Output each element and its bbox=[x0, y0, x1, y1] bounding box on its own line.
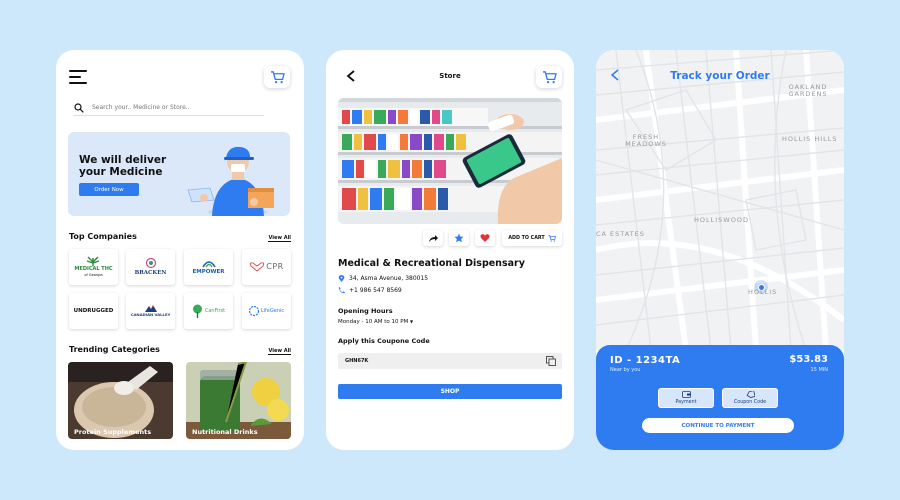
coupon-code-label: Coupon Code bbox=[733, 400, 767, 405]
page-title: Track your Order bbox=[670, 70, 770, 82]
store-phone[interactable]: +1 986 547 8569 bbox=[338, 287, 402, 294]
copy-icon[interactable] bbox=[546, 356, 556, 366]
dna-icon bbox=[248, 306, 259, 316]
delivery-banner: We will deliver your Medicine Order Now bbox=[68, 132, 290, 216]
category-label: Protein Supplements bbox=[74, 428, 152, 436]
shop-button[interactable]: SHOP bbox=[338, 384, 562, 399]
cart-icon bbox=[270, 70, 285, 83]
search-input[interactable] bbox=[92, 104, 252, 111]
star-icon bbox=[454, 233, 464, 243]
category-label: Nutritional Drinks bbox=[192, 428, 258, 436]
favorite-star-button[interactable] bbox=[449, 230, 469, 246]
company-name: EMPOWER bbox=[192, 269, 225, 275]
order-price: $53.83 bbox=[789, 354, 828, 365]
map-label-fresh-meadows: FRESH MEADOWS bbox=[625, 133, 667, 148]
home-screen: We will deliver your Medicine Order Now … bbox=[56, 50, 304, 450]
company-name: UNDRUGGED bbox=[73, 308, 114, 314]
trending-categories-title: Trending Categories bbox=[69, 345, 160, 354]
search-bar[interactable] bbox=[74, 100, 264, 116]
map-label-estates: CA ESTATES bbox=[596, 230, 645, 238]
company-card-bracken[interactable]: BRACKEN bbox=[126, 249, 175, 285]
store-screen: Store ADD TO CART Medical & Recreational… bbox=[326, 50, 574, 450]
empower-logo-icon bbox=[201, 261, 216, 268]
continue-to-payment-button[interactable]: CONTINUE TO PAYMENT bbox=[642, 418, 794, 433]
map-label-hollis-hills: HOLLIS HILLS bbox=[782, 135, 838, 143]
coupon-code-value: GHN67K bbox=[345, 358, 369, 364]
cart-icon bbox=[548, 234, 556, 242]
company-card-undrugged[interactable]: UNDRUGGED bbox=[69, 293, 118, 329]
mountain-icon bbox=[144, 305, 157, 312]
location-pin-icon bbox=[338, 275, 345, 282]
store-address: 34, Asma Avenue, 380015 bbox=[338, 275, 428, 282]
map-label-oakland-gardens: OAKLAND GARDENS bbox=[788, 83, 828, 98]
leaf-icon bbox=[87, 256, 100, 266]
category-card-drinks[interactable]: Nutritional Drinks bbox=[186, 362, 291, 439]
menu-icon[interactable] bbox=[69, 70, 87, 88]
add-to-cart-label: ADD TO CART bbox=[508, 235, 545, 241]
wallet-icon bbox=[681, 391, 691, 398]
company-name: LifeGenic bbox=[260, 308, 285, 314]
opening-hours-label: Opening Hours bbox=[338, 307, 393, 315]
coupon-code-field[interactable]: GHN67K bbox=[338, 353, 562, 369]
map-label-hollis: HOLLIS bbox=[748, 288, 778, 296]
company-card-cpr[interactable]: CPR bbox=[242, 249, 291, 285]
cart-icon bbox=[542, 70, 557, 83]
add-to-cart-button[interactable]: ADD TO CART bbox=[502, 230, 562, 246]
order-summary-panel: ID - 1234TA Near by you $53.83 15 MIN Pa… bbox=[596, 345, 844, 450]
coupon-tag-icon bbox=[746, 391, 755, 398]
top-companies-title: Top Companies bbox=[69, 232, 137, 241]
category-card-protein[interactable]: Protein Supplements bbox=[68, 362, 173, 439]
chevron-down-icon: ▼ bbox=[410, 319, 414, 324]
company-name: CPR bbox=[266, 262, 284, 271]
track-order-screen: Track your Order OAKLAND GARDENS FRESH M… bbox=[596, 50, 844, 450]
store-photo bbox=[338, 98, 562, 224]
categories-view-all-link[interactable]: View All bbox=[268, 348, 291, 355]
like-heart-button[interactable] bbox=[475, 230, 495, 246]
pharmacy-shelves-image bbox=[338, 98, 562, 224]
address-text: 34, Asma Avenue, 380015 bbox=[349, 275, 429, 282]
heartbeat-icon bbox=[250, 262, 265, 272]
company-card-canadian-valley[interactable]: CANADIAN VALLEY bbox=[126, 293, 175, 329]
order-distance: Near by you bbox=[610, 367, 641, 373]
company-card-medical-thc[interactable]: MEDICAL THC of Georgia bbox=[69, 249, 118, 285]
search-icon bbox=[74, 102, 84, 113]
banner-title: We will deliver your Medicine bbox=[79, 154, 167, 178]
coupon-label: Apply this Coupone Code bbox=[338, 337, 430, 345]
phone-icon bbox=[338, 287, 345, 294]
order-eta: 15 MIN bbox=[810, 367, 828, 373]
store-name: Medical & Recreational Dispensary bbox=[338, 258, 525, 269]
cart-button[interactable] bbox=[536, 66, 562, 88]
order-now-button[interactable]: Order Now bbox=[79, 183, 139, 196]
cart-button[interactable] bbox=[264, 66, 290, 88]
map-label-holliswood: HOLLISWOOD bbox=[694, 216, 749, 224]
share-button[interactable] bbox=[423, 230, 443, 246]
tree-icon bbox=[145, 258, 156, 269]
company-name: CanFirst bbox=[204, 308, 226, 314]
opening-hours-value: Monday - 10 AM to 10 PM bbox=[338, 319, 409, 325]
phone-text: +1 986 547 8569 bbox=[349, 287, 402, 294]
delivery-man-illustration bbox=[187, 146, 274, 216]
share-arrow-icon bbox=[429, 235, 438, 242]
company-sub: of Georgia bbox=[84, 273, 103, 277]
company-card-canfirst[interactable]: CanFirst bbox=[184, 293, 233, 329]
company-name: BRACKEN bbox=[134, 270, 167, 276]
payment-label: Payment bbox=[675, 400, 697, 405]
tree-icon bbox=[192, 304, 202, 318]
company-name: CANADIAN VALLEY bbox=[130, 312, 171, 317]
companies-view-all-link[interactable]: View All bbox=[268, 235, 291, 242]
opening-hours-select[interactable]: Monday - 10 AM to 10 PM ▼ bbox=[338, 319, 413, 325]
coupon-code-button[interactable]: Coupon Code bbox=[722, 388, 778, 408]
order-id: ID - 1234TA bbox=[610, 355, 681, 366]
heart-icon bbox=[480, 234, 490, 242]
company-card-empower[interactable]: EMPOWER bbox=[184, 249, 233, 285]
company-card-lifegenic[interactable]: LifeGenic bbox=[242, 293, 291, 329]
payment-button[interactable]: Payment bbox=[658, 388, 714, 408]
